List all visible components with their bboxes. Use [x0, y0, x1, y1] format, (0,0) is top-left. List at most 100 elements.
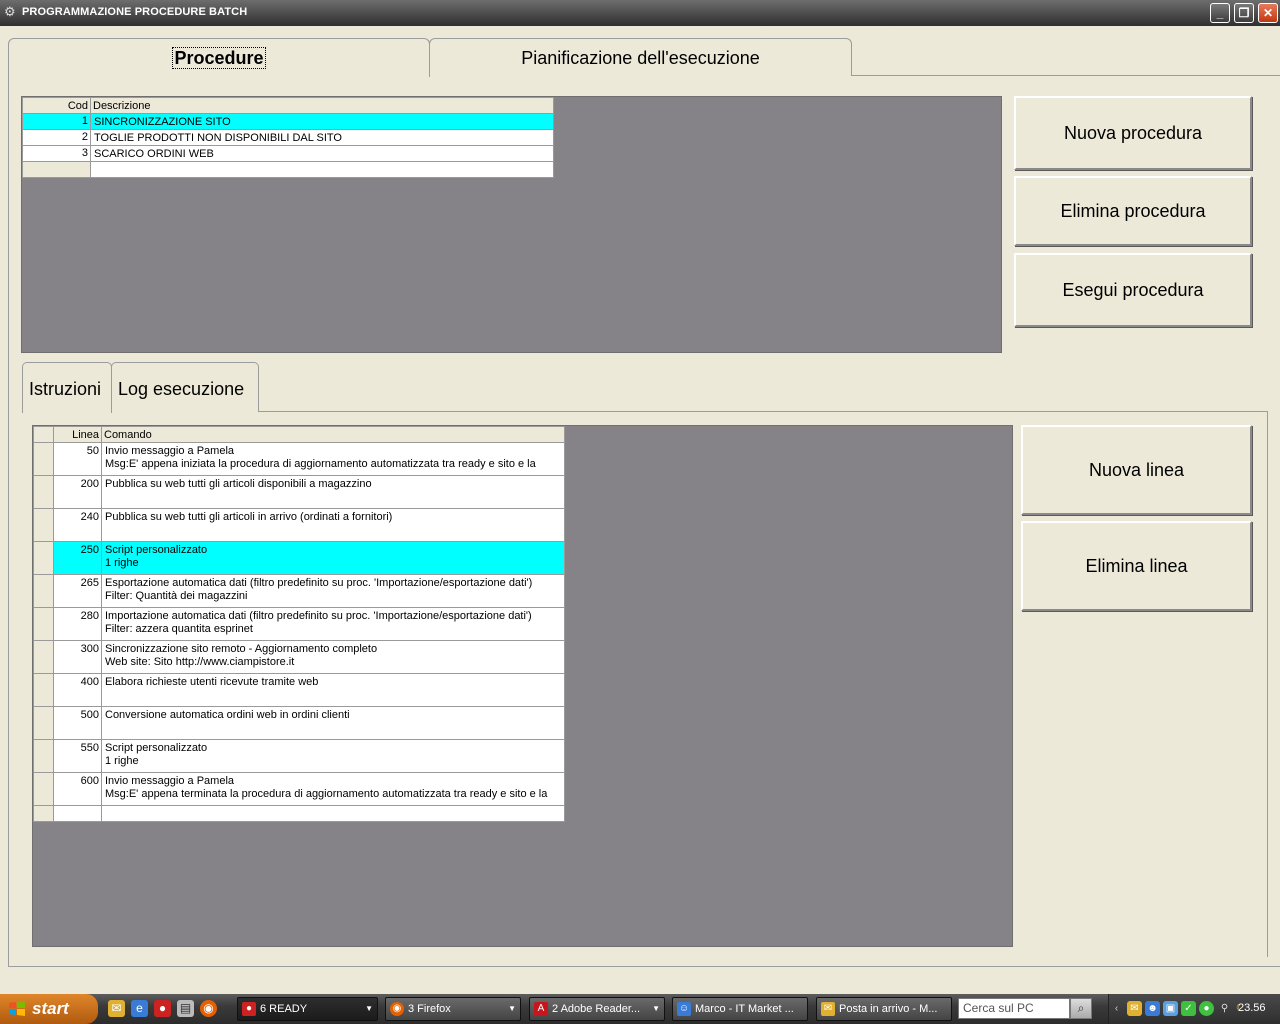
column-header-comando[interactable]: Comando: [101, 426, 565, 443]
new-line-button[interactable]: Nuova linea: [1021, 425, 1252, 515]
table-row[interactable]: 1 SINCRONIZZAZIONE SITO: [22, 113, 554, 130]
procedure-description-cell[interactable]: SINCRONIZZAZIONE SITO: [90, 113, 554, 130]
minimize-button[interactable]: _: [1210, 3, 1230, 23]
instruction-command-cell[interactable]: Elabora richieste utenti ricevute tramit…: [101, 673, 565, 707]
table-row[interactable]: 500 Conversione automatica ordini web in …: [33, 706, 565, 740]
task-messenger[interactable]: ☺ Marco - IT Market ...: [672, 997, 808, 1021]
table-row[interactable]: 600 Invio messaggio a Pamela Msg:E' appena…: [33, 772, 565, 806]
instruction-command-cell[interactable]: Invio messaggio a Pamela Msg:E' appena in…: [101, 442, 565, 476]
procedure-description-cell[interactable]: SCARICO ORDINI WEB: [90, 145, 554, 162]
quicklaunch-ie-icon[interactable]: e: [131, 1000, 148, 1017]
instruction-command-cell[interactable]: Importazione automatica dati (filtro pre…: [101, 607, 565, 641]
row-selector[interactable]: [33, 508, 54, 542]
command-line1: Script personalizzato: [105, 544, 208, 556]
table-row-new[interactable]: [33, 805, 565, 822]
column-header-cod[interactable]: Cod: [22, 97, 91, 114]
tray-users-icon[interactable]: ☻: [1145, 1001, 1160, 1016]
row-selector[interactable]: [33, 607, 54, 641]
tab-log-esecuzione[interactable]: Log esecuzione: [111, 362, 259, 412]
table-row[interactable]: 550 Script personalizzato 1 righe: [33, 739, 565, 773]
procedure-code-cell[interactable]: 1: [22, 113, 91, 130]
table-row-new[interactable]: [22, 161, 554, 178]
delete-line-button[interactable]: Elimina linea: [1021, 521, 1252, 611]
table-row[interactable]: 250 Script personalizzato 1 righe: [33, 541, 565, 575]
instruction-line-cell[interactable]: 550: [53, 739, 102, 773]
instruction-command-cell[interactable]: Sincronizzazione sito remoto - Aggiornam…: [101, 640, 565, 674]
row-selector[interactable]: [33, 805, 54, 822]
instruction-line-cell[interactable]: 265: [53, 574, 102, 608]
instruction-line-cell[interactable]: 240: [53, 508, 102, 542]
quicklaunch-firefox-icon[interactable]: ◉: [200, 1000, 217, 1017]
table-row[interactable]: 280 Importazione automatica dati (filtro …: [33, 607, 565, 641]
row-selector[interactable]: [33, 772, 54, 806]
instruction-command-cell[interactable]: Conversione automatica ordini web in ord…: [101, 706, 565, 740]
new-procedure-button[interactable]: Nuova procedura: [1014, 96, 1252, 170]
table-row[interactable]: 265 Esportazione automatica dati (filtro …: [33, 574, 565, 608]
tray-network-icon[interactable]: ▣: [1163, 1001, 1178, 1016]
instruction-line-cell[interactable]: 500: [53, 706, 102, 740]
quicklaunch-document-icon[interactable]: ▤: [177, 1000, 194, 1017]
close-button[interactable]: ✕: [1258, 3, 1278, 23]
row-selector[interactable]: [33, 739, 54, 773]
row-selector[interactable]: [33, 673, 54, 707]
instruction-line-cell[interactable]: 250: [53, 541, 102, 575]
column-header-descrizione[interactable]: Descrizione: [90, 97, 554, 114]
tray-status-icon[interactable]: ●: [1199, 1001, 1214, 1016]
restore-button[interactable]: ❐: [1234, 3, 1254, 23]
instruction-command-cell[interactable]: Script personalizzato 1 righe: [101, 541, 565, 575]
table-row[interactable]: 300 Sincronizzazione sito remoto - Aggior…: [33, 640, 565, 674]
task-adobe-reader[interactable]: A 2 Adobe Reader... ▼: [529, 997, 665, 1021]
quicklaunch-strawberry-icon[interactable]: ●: [154, 1000, 171, 1017]
taskbar-search-input[interactable]: Cerca sul PC: [958, 998, 1070, 1019]
table-row[interactable]: 50 Invio messaggio a Pamela Msg:E' appena …: [33, 442, 565, 476]
row-selector[interactable]: [33, 475, 54, 509]
title-bar[interactable]: ⚙ PROGRAMMAZIONE PROCEDURE BATCH _ ❐ ✕: [0, 0, 1280, 26]
instruction-command-cell[interactable]: Pubblica su web tutti gli articoli in ar…: [101, 508, 565, 542]
instruction-line-cell[interactable]: 50: [53, 442, 102, 476]
tab-pianificazione[interactable]: Pianificazione dell'esecuzione: [429, 38, 852, 76]
instruction-line-cell[interactable]: 200: [53, 475, 102, 509]
command-line2: Web site: Sito http://www.ciampistore.it: [105, 656, 295, 668]
row-selector[interactable]: [33, 574, 54, 608]
messenger-icon: ☺: [677, 1002, 691, 1016]
new-row-description-cell[interactable]: [90, 161, 554, 178]
new-row-code-cell[interactable]: [22, 161, 91, 178]
instruction-line-cell[interactable]: 400: [53, 673, 102, 707]
procedure-code-cell[interactable]: 2: [22, 129, 91, 146]
instruction-command-cell[interactable]: Invio messaggio a Pamela Msg:E' appena te…: [101, 772, 565, 806]
instruction-line-cell[interactable]: 600: [53, 772, 102, 806]
row-selector[interactable]: [33, 706, 54, 740]
table-row[interactable]: 3 SCARICO ORDINI WEB: [22, 145, 554, 162]
table-row[interactable]: 2 TOGLIE PRODOTTI NON DISPONIBILI DAL SIT…: [22, 129, 554, 146]
task-mail[interactable]: ✉ Posta in arrivo - M...: [816, 997, 952, 1021]
row-selector[interactable]: [33, 442, 54, 476]
row-selector[interactable]: [33, 640, 54, 674]
task-ready[interactable]: ● 6 READY ▼: [237, 997, 378, 1021]
instruction-line-cell[interactable]: 280: [53, 607, 102, 641]
table-row[interactable]: 400 Elabora richieste utenti ricevute tra…: [33, 673, 565, 707]
start-button[interactable]: start: [0, 994, 98, 1024]
new-row-command-cell[interactable]: [101, 805, 565, 822]
tray-magnifier-icon[interactable]: ⚲: [1217, 1001, 1232, 1016]
instruction-command-cell[interactable]: Script personalizzato 1 righe: [101, 739, 565, 773]
tray-mail-icon[interactable]: ✉: [1127, 1001, 1142, 1016]
procedure-code-cell[interactable]: 3: [22, 145, 91, 162]
row-selector[interactable]: [33, 541, 54, 575]
instruction-command-cell[interactable]: Pubblica su web tutti gli articoli dispo…: [101, 475, 565, 509]
quicklaunch-mail-icon[interactable]: ✉: [108, 1000, 125, 1017]
instruction-command-cell[interactable]: Esportazione automatica dati (filtro pre…: [101, 574, 565, 608]
tray-shield-icon[interactable]: ✓: [1181, 1001, 1196, 1016]
procedure-description-cell[interactable]: TOGLIE PRODOTTI NON DISPONIBILI DAL SITO: [90, 129, 554, 146]
run-procedure-button[interactable]: Esegui procedura: [1014, 253, 1252, 327]
task-firefox[interactable]: ◉ 3 Firefox ▼: [385, 997, 521, 1021]
new-row-line-cell[interactable]: [53, 805, 102, 822]
search-icon[interactable]: ⌕: [1070, 998, 1092, 1019]
tab-istruzioni[interactable]: Istruzioni: [22, 362, 112, 413]
delete-procedure-button[interactable]: Elimina procedura: [1014, 176, 1252, 246]
column-header-linea[interactable]: Linea: [53, 426, 102, 443]
tab-procedure[interactable]: Procedure: [8, 38, 430, 77]
instruction-line-cell[interactable]: 300: [53, 640, 102, 674]
tray-expand-icon[interactable]: ‹: [1109, 1001, 1124, 1016]
table-row[interactable]: 240 Pubblica su web tutti gli articoli in…: [33, 508, 565, 542]
table-row[interactable]: 200 Pubblica su web tutti gli articoli di…: [33, 475, 565, 509]
